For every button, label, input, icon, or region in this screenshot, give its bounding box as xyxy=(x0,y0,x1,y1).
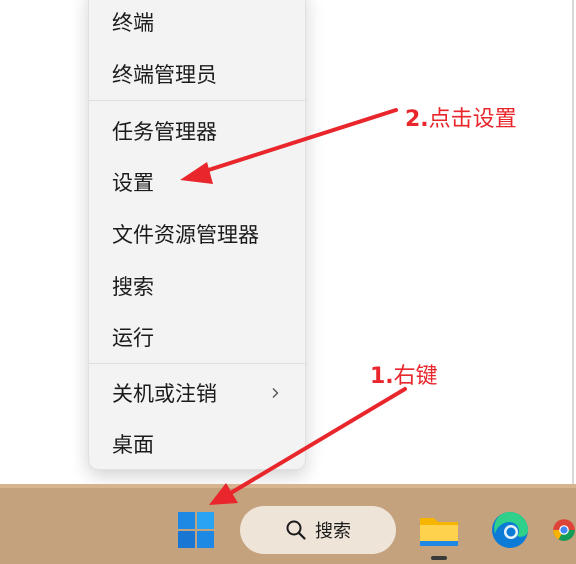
arrow-head-settings xyxy=(180,162,213,184)
arrow-to-start xyxy=(222,387,407,499)
annotation-arrows xyxy=(180,108,407,505)
screen: 终端 终端管理员 任务管理器 设置 文件资源管理器 搜索 运行 关机或注销 桌面… xyxy=(0,0,576,564)
arrow-head-start xyxy=(209,483,238,505)
arrow-to-settings xyxy=(194,108,398,176)
